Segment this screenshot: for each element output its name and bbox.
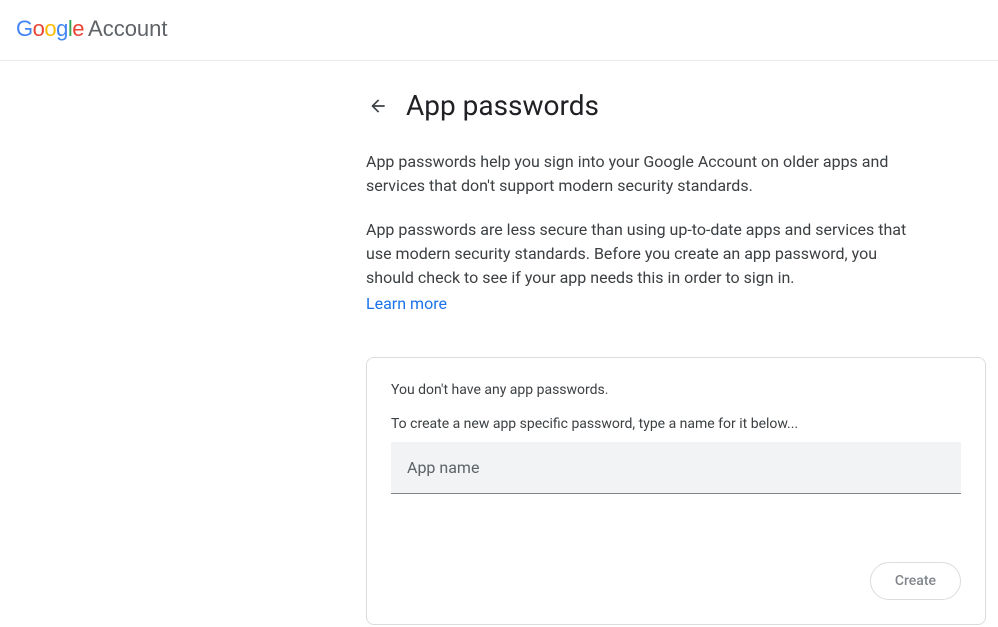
description-2-text: App passwords are less secure than using… xyxy=(366,220,906,287)
google-account-logo[interactable]: Google Account xyxy=(16,16,168,42)
app-name-input[interactable] xyxy=(391,442,961,494)
title-row: App passwords xyxy=(366,89,986,122)
learn-more-link[interactable]: Learn more xyxy=(366,294,447,313)
description-1: App passwords help you sign into your Go… xyxy=(366,150,926,198)
back-arrow-icon[interactable] xyxy=(366,94,390,118)
instruction-text: To create a new app specific password, t… xyxy=(391,416,961,432)
app-passwords-card: You don't have any app passwords. To cre… xyxy=(366,357,986,625)
account-label: Account xyxy=(88,16,168,42)
main-content: App passwords App passwords help you sig… xyxy=(366,61,986,625)
google-logo: Google xyxy=(16,16,84,42)
description-2: App passwords are less secure than using… xyxy=(366,218,926,290)
page-title: App passwords xyxy=(406,89,599,122)
header: Google Account xyxy=(0,0,998,61)
empty-state-text: You don't have any app passwords. xyxy=(391,382,961,398)
button-row: Create xyxy=(391,562,961,600)
create-button[interactable]: Create xyxy=(870,562,961,600)
